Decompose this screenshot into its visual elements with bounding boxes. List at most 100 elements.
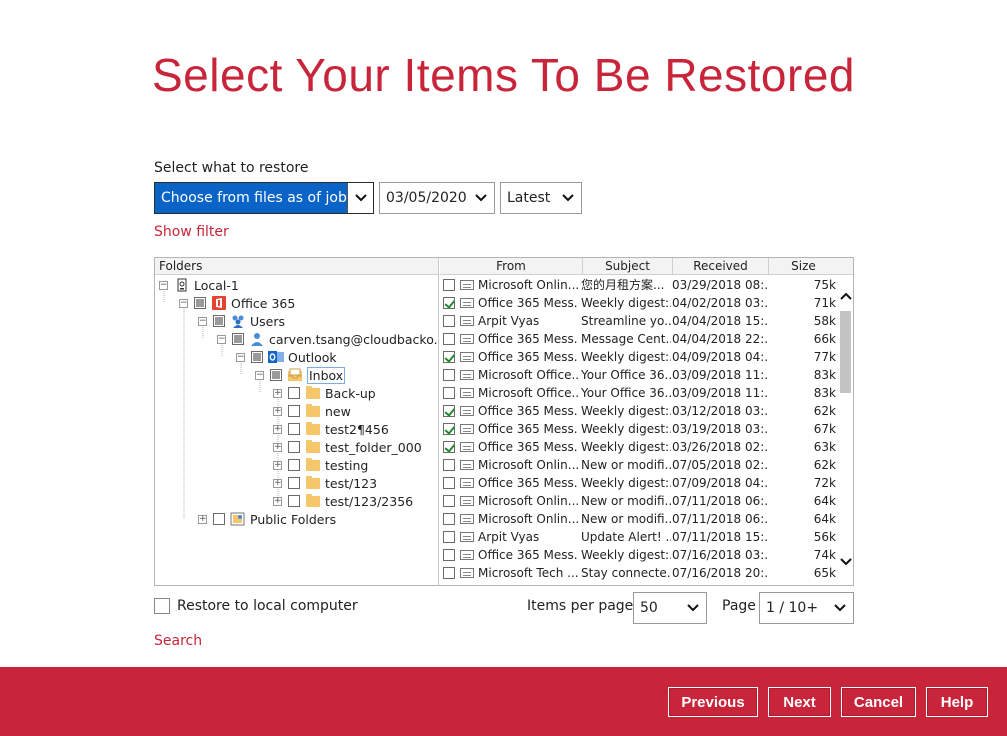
tree-node-folder[interactable]: + test/123 (273, 474, 377, 492)
list-row[interactable]: Office 365 Mess... Weekly digest:... 03/12… (440, 402, 838, 420)
row-checkbox[interactable] (443, 549, 455, 561)
tree-checkbox[interactable] (288, 495, 300, 507)
list-row[interactable]: Microsoft Onlin... New or modifi... 07/05/… (440, 456, 838, 474)
tree-node-folder[interactable]: + test/123/2356 (273, 492, 413, 510)
list-row[interactable]: Office 365 Mess... Weekly digest:... 04/02… (440, 294, 838, 312)
items-per-page-dropdown[interactable]: 50 (633, 592, 707, 624)
search-link[interactable]: Search (154, 633, 202, 649)
row-checkbox[interactable] (443, 297, 455, 309)
expand-icon[interactable]: + (273, 496, 282, 506)
row-checkbox[interactable] (443, 531, 455, 543)
date-dropdown[interactable]: 03/05/2020 (379, 182, 495, 214)
tree-checkbox[interactable] (194, 297, 206, 309)
next-button[interactable]: Next (768, 687, 831, 717)
expand-icon[interactable]: + (198, 514, 207, 524)
row-checkbox[interactable] (443, 495, 455, 507)
list-row[interactable]: Office 365 Mess... Message Cent... 04/04/2… (440, 330, 838, 348)
tree-node-office365[interactable]: − Office 365 (179, 294, 295, 312)
chevron-down-icon[interactable] (468, 183, 494, 213)
tree-checkbox[interactable] (213, 315, 225, 327)
chevron-down-icon[interactable] (555, 183, 581, 213)
expand-icon[interactable]: + (273, 406, 282, 416)
row-checkbox[interactable] (443, 279, 455, 291)
tree-node-folder[interactable]: + new (273, 402, 351, 420)
list-row[interactable]: Office 365 Mess... Weekly digest:... 07/09… (440, 474, 838, 492)
row-checkbox[interactable] (443, 315, 455, 327)
list-row[interactable]: Office 365 Mess... Weekly digest:... 07/16… (440, 546, 838, 564)
column-subject[interactable]: Subject (582, 258, 672, 275)
row-checkbox[interactable] (443, 405, 455, 417)
expand-icon[interactable]: + (273, 388, 282, 398)
tree-node-folder[interactable]: + testing (273, 456, 368, 474)
row-checkbox[interactable] (443, 441, 455, 453)
row-checkbox[interactable] (443, 369, 455, 381)
tree-node-folder[interactable]: + test2¶456 (273, 420, 389, 438)
tree-checkbox[interactable] (251, 351, 263, 363)
tree-node-local-1[interactable]: − Local-1 (159, 276, 239, 294)
row-checkbox[interactable] (443, 477, 455, 489)
list-row[interactable]: Office 365 Mess... Weekly digest:... 04/09… (440, 348, 838, 366)
collapse-icon[interactable]: − (159, 280, 168, 290)
row-checkbox[interactable] (443, 333, 455, 345)
tree-checkbox[interactable] (270, 369, 282, 381)
help-button[interactable]: Help (926, 687, 988, 717)
list-scrollbar[interactable] (838, 275, 853, 585)
tree-node-inbox[interactable]: − Inbox (255, 366, 346, 384)
cancel-button[interactable]: Cancel (841, 687, 916, 717)
row-checkbox[interactable] (443, 351, 455, 363)
row-checkbox[interactable] (443, 513, 455, 525)
restore-local-option[interactable]: Restore to local computer (154, 598, 358, 614)
tree-node-outlook[interactable]: − Outlook (236, 348, 337, 366)
tree-checkbox[interactable] (213, 513, 225, 525)
show-filter-link[interactable]: Show filter (154, 224, 229, 240)
tree-checkbox[interactable] (288, 405, 300, 417)
tree-checkbox[interactable] (288, 459, 300, 471)
collapse-icon[interactable]: − (179, 298, 188, 308)
chevron-down-icon[interactable] (347, 183, 373, 213)
tree-checkbox[interactable] (288, 387, 300, 399)
tree-node-public-folders[interactable]: + Public Folders (198, 510, 336, 528)
row-checkbox[interactable] (443, 387, 455, 399)
page-dropdown[interactable]: 1 / 10+ (759, 592, 854, 624)
list-row[interactable]: Office 365 Mess... Weekly digest:... 03/26… (440, 438, 838, 456)
row-checkbox[interactable] (443, 459, 455, 471)
scroll-down-icon[interactable] (838, 555, 853, 569)
row-checkbox[interactable] (443, 567, 455, 579)
previous-button[interactable]: Previous (668, 687, 758, 717)
list-row[interactable]: Microsoft Office... Your Office 36... 03/0… (440, 384, 838, 402)
collapse-icon[interactable]: − (255, 370, 264, 380)
list-row[interactable]: Office 365 Mess... Weekly digest:... 03/19… (440, 420, 838, 438)
list-row[interactable]: Microsoft Onlin... 您的月租方案... 03/29/2018 08… (440, 276, 838, 294)
list-row[interactable]: Microsoft Tech ... Stay connecte... 07/16/… (440, 564, 838, 582)
tree-node-user[interactable]: − carven.tsang@cloudbacko.biz (217, 330, 438, 348)
chevron-down-icon[interactable] (680, 593, 706, 623)
scroll-thumb[interactable] (840, 311, 851, 393)
tree-checkbox[interactable] (288, 477, 300, 489)
list-row[interactable]: Arpit Vyas Streamline yo... 04/04/2018 15:… (440, 312, 838, 330)
column-size[interactable]: Size (768, 258, 838, 275)
column-received[interactable]: Received (672, 258, 768, 275)
list-row[interactable]: Arpit Vyas Update Alert! ... 07/11/2018 15… (440, 528, 838, 546)
tree-node-users[interactable]: − Users (198, 312, 285, 330)
restore-local-checkbox[interactable] (154, 598, 170, 614)
tree-checkbox[interactable] (288, 423, 300, 435)
expand-icon[interactable]: + (273, 424, 282, 434)
tree-node-folder[interactable]: + test_folder_000 (273, 438, 422, 456)
collapse-icon[interactable]: − (198, 316, 207, 326)
list-row[interactable]: Microsoft Onlin... New or modifi... 07/11/… (440, 492, 838, 510)
list-row[interactable]: Microsoft Office... Your Office 36... 03/0… (440, 366, 838, 384)
tree-checkbox[interactable] (232, 333, 244, 345)
column-from[interactable]: From (440, 258, 582, 275)
row-checkbox[interactable] (443, 423, 455, 435)
tree-checkbox[interactable] (288, 441, 300, 453)
tree-node-folder[interactable]: + Back-up (273, 384, 376, 402)
collapse-icon[interactable]: − (236, 352, 245, 362)
expand-icon[interactable]: + (273, 442, 282, 452)
expand-icon[interactable]: + (273, 460, 282, 470)
job-dropdown[interactable]: Choose from files as of job (154, 182, 374, 214)
scroll-up-icon[interactable] (838, 289, 853, 303)
chevron-down-icon[interactable] (827, 593, 853, 623)
version-dropdown[interactable]: Latest (500, 182, 582, 214)
list-row[interactable]: Microsoft Onlin... New or modifi... 07/11/… (440, 510, 838, 528)
expand-icon[interactable]: + (273, 478, 282, 488)
